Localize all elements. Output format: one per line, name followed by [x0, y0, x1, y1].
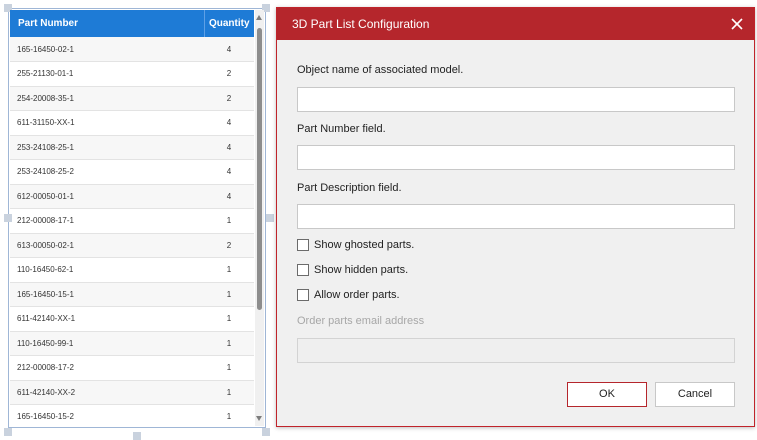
table-row[interactable]: 613-00050-02-1 2	[10, 233, 254, 258]
part-number-cell: 612-00050-01-1	[10, 184, 204, 209]
resize-handle-bottom[interactable]	[133, 432, 141, 440]
cancel-button[interactable]: Cancel	[655, 382, 735, 407]
part-description-field-label: Part Description field.	[297, 182, 402, 194]
table-header-row: Part Number Quantity	[10, 10, 254, 37]
part-number-cell: 254-20008-35-1	[10, 86, 204, 111]
table-row[interactable]: 165-16450-15-1 1	[10, 282, 254, 307]
table-row[interactable]: 253-24108-25-2 4	[10, 159, 254, 185]
show-hidden-checkbox[interactable]	[297, 264, 309, 276]
show-ghosted-checkbox[interactable]	[297, 239, 309, 251]
part-number-cell: 165-16450-15-2	[10, 404, 204, 428]
part-number-cell: 613-00050-02-1	[10, 233, 204, 258]
quantity-cell: 1	[204, 257, 254, 283]
table-row[interactable]: 611-42140-XX-1 1	[10, 306, 254, 332]
quantity-cell: 1	[204, 208, 254, 234]
part-number-cell: 255-21130-01-1	[10, 61, 204, 87]
quantity-cell: 2	[204, 86, 254, 111]
table-row[interactable]: 254-20008-35-1 2	[10, 86, 254, 111]
close-icon[interactable]	[728, 15, 746, 33]
object-name-input[interactable]	[297, 87, 735, 112]
resize-handle-bottom-right[interactable]	[262, 428, 270, 436]
column-header-quantity[interactable]: Quantity	[203, 10, 254, 37]
quantity-cell: 4	[204, 184, 254, 209]
allow-order-checkbox[interactable]	[297, 289, 309, 301]
part-number-cell: 110-16450-99-1	[10, 331, 204, 356]
part-number-cell: 253-24108-25-1	[10, 135, 204, 160]
part-number-cell: 253-24108-25-2	[10, 159, 204, 185]
quantity-cell: 1	[204, 282, 254, 307]
scrollbar-thumb[interactable]	[257, 28, 262, 310]
order-email-label: Order parts email address	[297, 315, 425, 327]
part-number-cell: 212-00008-17-2	[10, 355, 204, 381]
part-number-field-input[interactable]	[297, 145, 735, 170]
quantity-cell: 4	[204, 159, 254, 185]
part-number-cell: 611-31150-XX-1	[10, 110, 204, 136]
resize-handle-right[interactable]	[266, 214, 274, 222]
table-row[interactable]: 612-00050-01-1 4	[10, 184, 254, 209]
part-number-cell: 165-16450-15-1	[10, 282, 204, 307]
table-row[interactable]: 212-00008-17-2 1	[10, 355, 254, 381]
object-name-label: Object name of associated model.	[297, 64, 464, 76]
part-number-cell: 611-42140-XX-1	[10, 306, 204, 332]
resize-handle-bottom-left[interactable]	[4, 428, 12, 436]
table-row[interactable]: 212-00008-17-1 1	[10, 208, 254, 234]
part-number-cell: 165-16450-02-1	[10, 37, 204, 62]
table-row[interactable]: 165-16450-15-2 1	[10, 404, 254, 428]
part-description-field-input[interactable]	[297, 204, 735, 229]
quantity-cell: 1	[204, 380, 254, 405]
dialog-title: 3D Part List Configuration	[292, 17, 430, 31]
quantity-cell: 4	[204, 37, 254, 62]
quantity-cell: 2	[204, 233, 254, 258]
scroll-up-icon[interactable]	[256, 15, 262, 20]
part-number-cell: 110-16450-62-1	[10, 257, 204, 283]
table-row[interactable]: 611-31150-XX-1 4	[10, 110, 254, 136]
part-list-config-dialog: 3D Part List Configuration Object name o…	[276, 7, 755, 427]
parts-table-container: Part Number Quantity 165-16450-02-1 4 255-…	[10, 10, 254, 428]
show-ghosted-label[interactable]: Show ghosted parts.	[314, 239, 414, 251]
order-email-input	[297, 338, 735, 363]
dialog-title-bar: 3D Part List Configuration	[277, 8, 754, 40]
table-row[interactable]: 611-42140-XX-2 1	[10, 380, 254, 405]
quantity-cell: 1	[204, 306, 254, 332]
column-header-part-number[interactable]: Part Number	[10, 10, 204, 37]
quantity-cell: 2	[204, 61, 254, 87]
quantity-cell: 4	[204, 135, 254, 160]
show-hidden-label[interactable]: Show hidden parts.	[314, 264, 408, 276]
quantity-cell: 1	[204, 355, 254, 381]
table-row[interactable]: 253-24108-25-1 4	[10, 135, 254, 160]
table-row[interactable]: 255-21130-01-1 2	[10, 61, 254, 87]
quantity-cell: 1	[204, 404, 254, 428]
ok-button[interactable]: OK	[567, 382, 647, 407]
quantity-cell: 1	[204, 331, 254, 356]
table-row[interactable]: 165-16450-02-1 4	[10, 37, 254, 62]
parts-table: Part Number Quantity 165-16450-02-1 4 255-…	[10, 10, 254, 428]
part-number-cell: 611-42140-XX-2	[10, 380, 204, 405]
quantity-cell: 4	[204, 110, 254, 136]
allow-order-label[interactable]: Allow order parts.	[314, 289, 400, 301]
part-number-field-label: Part Number field.	[297, 123, 386, 135]
table-row[interactable]: 110-16450-62-1 1	[10, 257, 254, 283]
table-scrollbar[interactable]	[255, 10, 264, 426]
table-row[interactable]: 110-16450-99-1 1	[10, 331, 254, 356]
part-number-cell: 212-00008-17-1	[10, 208, 204, 234]
scroll-down-icon[interactable]	[256, 416, 262, 421]
parts-table-body: 165-16450-02-1 4 255-21130-01-1 2 254-20008-…	[10, 37, 254, 428]
